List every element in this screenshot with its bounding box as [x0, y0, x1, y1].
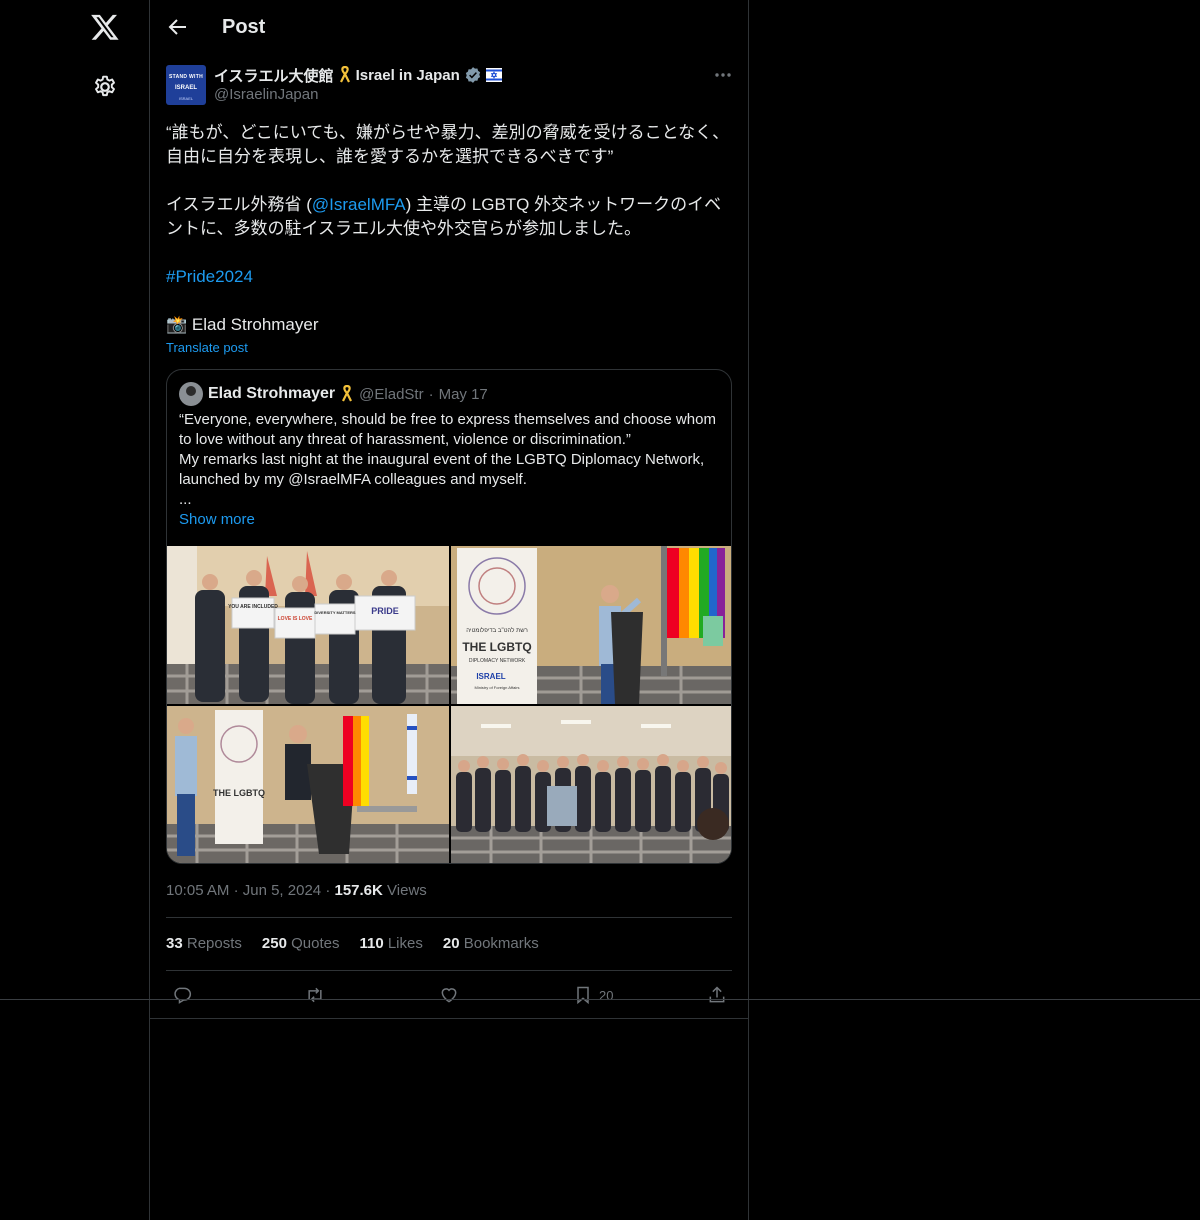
show-more-link[interactable]: Show more: [179, 511, 255, 528]
svg-text:THE LGBTQ: THE LGBTQ: [213, 788, 265, 798]
mention-link[interactable]: @IsraelMFA: [312, 195, 406, 214]
quoted-post-text: “Everyone, everywhere, should be free to…: [179, 411, 716, 508]
banner-subtitle: DIPLOMACY NETWORK: [469, 658, 526, 664]
photo-sign-1: YOU ARE INCLUDED: [228, 604, 278, 610]
repost-button[interactable]: [305, 985, 325, 1005]
bookmark-icon: [577, 986, 589, 1005]
author-name-row[interactable]: イスラエル大使館 Israel in Japan: [214, 65, 502, 85]
quoted-author-name[interactable]: Elad Strohmayer: [208, 385, 335, 403]
reply-button[interactable]: [172, 985, 192, 1005]
media-photo-2[interactable]: רשת להט"ב בדיפלומטיה THE LGBTQ DIPLOMACY…: [451, 546, 731, 704]
photo-sign-4: PRIDE: [371, 606, 399, 616]
divider: [150, 1018, 749, 1019]
like-button[interactable]: [439, 985, 459, 1005]
quoted-author-handle[interactable]: @EladStr: [359, 386, 423, 403]
bookmark-button[interactable]: 20: [573, 985, 613, 1005]
views-label: Views: [387, 882, 427, 899]
views-count: 157.6K: [334, 882, 383, 899]
divider: [166, 970, 732, 971]
photo-sign-2: LOVE IS LOVE: [278, 616, 313, 622]
stat-reposts[interactable]: 33 Reposts: [166, 935, 242, 952]
banner-title: THE LGBTQ: [462, 640, 531, 654]
author-name-ja[interactable]: イスラエル大使館: [214, 65, 334, 86]
quoted-post[interactable]: Elad Strohmayer @EladStr · May 17 “Every…: [166, 369, 732, 864]
x-logo-icon[interactable]: [90, 12, 120, 42]
more-options-icon[interactable]: [713, 69, 733, 81]
share-button[interactable]: [707, 985, 727, 1005]
divider: [166, 917, 732, 918]
post-meta: 10:05 AM · Jun 5, 2024 · 157.6K Views: [166, 882, 427, 899]
israel-flag-icon: [485, 68, 502, 82]
quoted-post-header: Elad Strohmayer @EladStr · May 17: [179, 382, 488, 406]
repost-icon: [308, 987, 322, 1003]
banner-hebrew: רשת להט"ב בדיפלומטיה: [466, 626, 528, 634]
hashtag-link[interactable]: #Pride2024: [166, 267, 253, 286]
viewport-divider: [0, 999, 1200, 1000]
stat-quotes[interactable]: 250 Quotes: [262, 935, 340, 952]
media-grid: YOU ARE INCLUDED LOVE IS LOVE DIVERSITY …: [167, 546, 731, 863]
verified-badge-icon: [465, 67, 480, 83]
media-photo-1[interactable]: YOU ARE INCLUDED LOVE IS LOVE DIVERSITY …: [167, 546, 449, 704]
share-icon: [709, 986, 725, 1003]
author-handle[interactable]: @IsraelinJapan: [214, 86, 318, 103]
post-time[interactable]: 10:05 AM: [166, 882, 229, 899]
back-arrow-icon[interactable]: [166, 15, 190, 39]
author-name-en[interactable]: Israel in Japan: [356, 67, 460, 84]
avatar[interactable]: STAND WITH ISRAEL ISRAEL: [166, 65, 206, 105]
media-photo-4[interactable]: [451, 706, 731, 863]
avatar[interactable]: [179, 382, 203, 406]
post-stats: 33 Reposts 250 Quotes 110 Likes 20 Bookm…: [166, 935, 539, 952]
post-text: “誰もが、どこにいても、嫌がらせや暴力、差別の脅威を受けることなく、自由に自分を…: [166, 121, 736, 337]
left-nav: [0, 0, 150, 1220]
photo-credit: 📸 Elad Strohmayer: [166, 315, 319, 334]
media-photo-3[interactable]: THE LGBTQ: [167, 706, 449, 863]
post-author: STAND WITH ISRAEL ISRAEL イスラエル大使館 Israel…: [166, 65, 733, 105]
translate-post-link[interactable]: Translate post: [166, 340, 248, 355]
banner-ministry: Ministry of Foreign Affairs: [474, 685, 519, 690]
yellow-ribbon-icon: [342, 385, 353, 402]
post-quote-line: “誰もが、どこにいても、嫌がらせや暴力、差別の脅威を受けることなく、自由に自分を…: [166, 123, 730, 166]
photo-sign-3: DIVERSITY MATTERS: [314, 610, 356, 615]
stat-likes[interactable]: 110 Likes: [359, 935, 422, 952]
reply-icon: [174, 987, 192, 1004]
post-column: Post STAND WITH ISRAEL ISRAEL イスラエル大使館 I…: [150, 0, 749, 1220]
post-line-2: イスラエル外務省 (@IsraelMFA) 主導の LGBTQ 外交ネットワーク…: [166, 195, 722, 238]
page-title: Post: [222, 15, 266, 38]
gear-icon[interactable]: [92, 74, 118, 100]
post-date[interactable]: Jun 5, 2024: [243, 882, 321, 899]
quoted-post-date[interactable]: May 17: [439, 386, 488, 403]
post-header: Post: [150, 0, 748, 54]
yellow-ribbon-icon: [339, 66, 350, 83]
banner-israel: ISRAEL: [476, 672, 505, 681]
bookmark-count: 20: [599, 987, 614, 1003]
heart-icon: [441, 988, 457, 1003]
stat-bookmarks[interactable]: 20 Bookmarks: [443, 935, 539, 952]
